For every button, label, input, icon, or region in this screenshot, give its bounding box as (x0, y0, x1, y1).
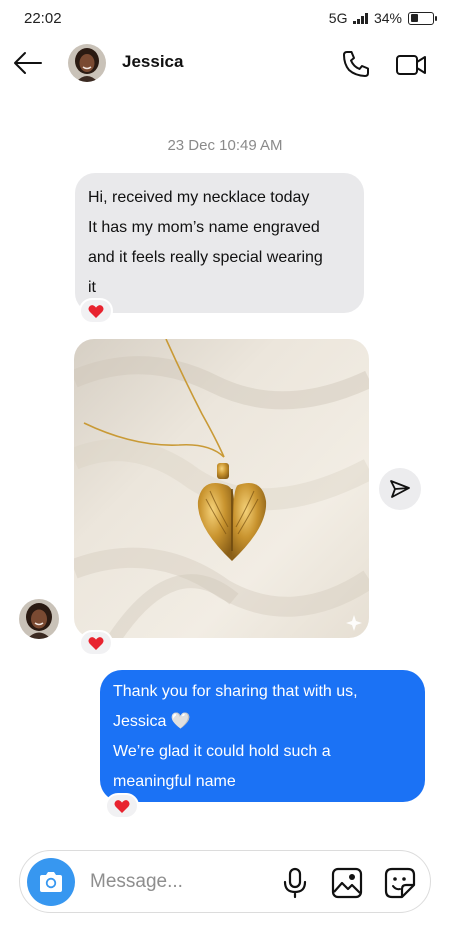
heart-reaction[interactable] (105, 793, 139, 819)
status-time: 22:02 (24, 10, 62, 27)
share-button[interactable] (379, 468, 421, 510)
message-line: Thank you for sharing that with us, (113, 683, 358, 700)
voice-message-button[interactable] (281, 867, 309, 899)
sender-avatar[interactable] (19, 599, 59, 639)
video-call-button[interactable] (394, 50, 428, 80)
phone-icon (343, 51, 369, 77)
chat-header: Jessica (0, 38, 450, 88)
video-camera-icon (396, 55, 426, 75)
camera-icon (40, 872, 62, 892)
arrow-left-icon (14, 52, 42, 74)
network-type: 5G (328, 10, 348, 26)
necklace-photo[interactable] (74, 339, 369, 638)
message-composer (19, 850, 431, 913)
heart-reaction[interactable] (79, 630, 113, 656)
heart-reaction[interactable] (79, 298, 113, 324)
microphone-icon (283, 867, 307, 899)
heart-icon (88, 304, 104, 318)
message-input[interactable] (90, 865, 270, 899)
incoming-message-bubble[interactable]: Hi, received my necklace today It has my… (75, 173, 364, 313)
paper-plane-icon (390, 480, 410, 498)
avatar-image (68, 44, 106, 82)
chat-timestamp: 23 Dec 10:49 AM (167, 137, 283, 154)
image-gallery-icon (331, 867, 363, 899)
camera-button[interactable] (27, 858, 75, 906)
message-line: meaningful name (113, 773, 236, 790)
outgoing-message-bubble[interactable]: Thank you for sharing that with us, Jess… (100, 670, 425, 802)
message-line: Hi, received my necklace today (88, 189, 310, 206)
heart-icon (88, 636, 104, 650)
message-line: We’re glad it could hold such a (113, 743, 331, 760)
gallery-button[interactable] (331, 867, 363, 899)
sticker-button[interactable] (384, 867, 416, 899)
message-line: and it feels really special wearing (88, 249, 323, 266)
status-indicators: 5G 34% (328, 10, 437, 26)
contact-name[interactable]: Jessica (122, 52, 183, 72)
message-line: It has my mom’s name engraved (88, 219, 320, 236)
message-line: Jessica 🤍 (113, 713, 191, 730)
sticker-icon (384, 867, 416, 899)
voice-call-button[interactable] (340, 48, 372, 80)
signal-icon (353, 12, 368, 24)
back-button[interactable] (12, 48, 44, 78)
necklace-image (74, 339, 369, 638)
contact-avatar[interactable] (68, 44, 106, 82)
battery-percent: 34% (373, 10, 402, 26)
heart-icon (114, 799, 130, 813)
avatar-image (19, 599, 59, 639)
message-line: it (88, 279, 96, 296)
battery-icon (408, 11, 437, 25)
status-bar: 22:02 5G 34% (0, 0, 450, 36)
